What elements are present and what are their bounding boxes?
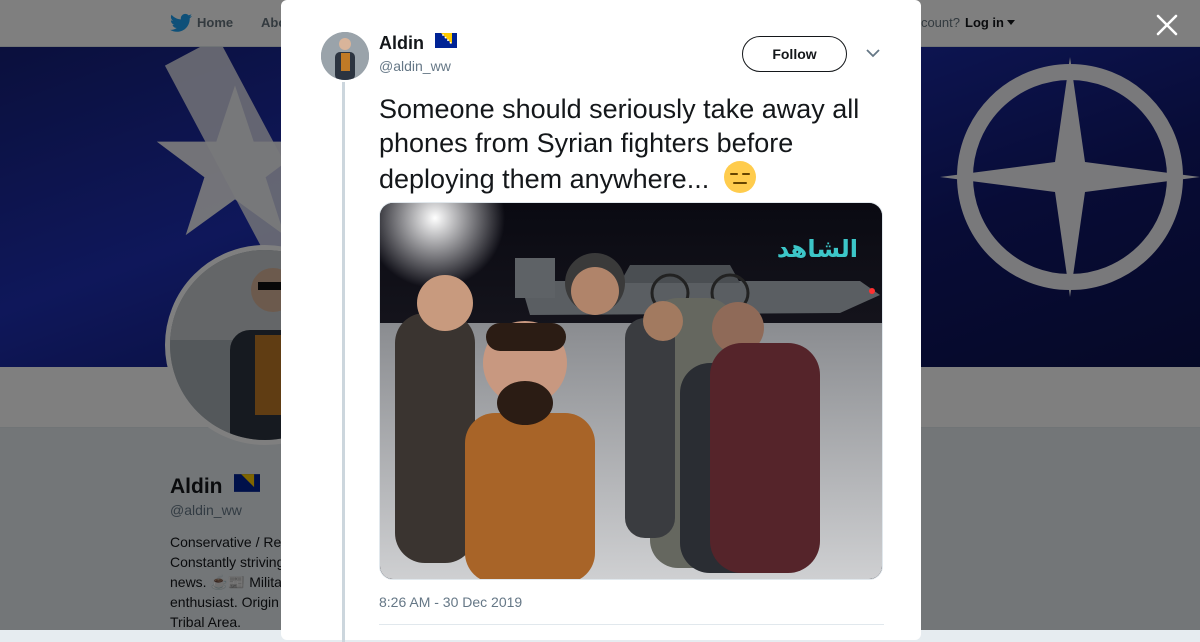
bosnia-flag-icon	[435, 33, 458, 48]
expressionless-face-emoji	[723, 161, 756, 193]
tweet-text-content: Someone should seriously take away all p…	[379, 94, 860, 194]
tweet-photo[interactable]: الشاهد	[379, 202, 883, 580]
tweet-modal: Aldin @aldin_ww Follow Someone should se…	[281, 0, 921, 642]
tweet-timestamp[interactable]: 8:26 AM - 30 Dec 2019	[379, 594, 522, 610]
close-icon[interactable]	[1154, 12, 1180, 38]
author-avatar-image	[321, 32, 369, 80]
thread-line	[342, 82, 345, 642]
author-avatar[interactable]	[321, 32, 369, 80]
tweet-text: Someone should seriously take away all p…	[379, 92, 884, 196]
tweet-photo-image: الشاهد	[380, 203, 882, 579]
author-name[interactable]: Aldin	[379, 33, 458, 54]
divider	[379, 624, 884, 625]
author-name-text: Aldin	[379, 33, 424, 53]
photo-watermark: الشاهد	[777, 235, 858, 263]
follow-button[interactable]: Follow	[742, 36, 847, 72]
chevron-down-icon[interactable]	[866, 48, 880, 58]
author-handle[interactable]: @aldin_ww	[379, 58, 451, 74]
